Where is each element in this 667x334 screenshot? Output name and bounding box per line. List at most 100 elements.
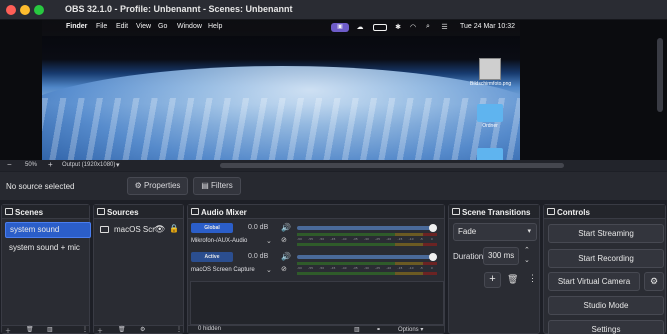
- more-icon[interactable]: ⋮: [528, 273, 537, 284]
- scenes-title: Scenes: [15, 208, 44, 217]
- duration-label: Duration: [453, 252, 484, 261]
- controls-dock-header: Controls: [544, 205, 665, 219]
- source-context-bar: No source selected ⚙ Properties ▤ Filter…: [0, 172, 667, 200]
- sources-dock-header: Sources: [94, 205, 183, 219]
- scene-item[interactable]: system sound + mic: [5, 240, 91, 256]
- volume-meter: [297, 233, 437, 236]
- options-menu[interactable]: Options ▾: [398, 326, 423, 333]
- captured-mac-menubar: Finder File Edit View Go Window Help ▣ ☁…: [42, 20, 520, 36]
- meter-tick-label: -35: [352, 266, 358, 270]
- remove-scene-icon[interactable]: 🗑: [26, 326, 34, 333]
- volume-meter: [297, 272, 437, 275]
- link-icon[interactable]: ⚭: [376, 326, 381, 333]
- volume-slider[interactable]: [297, 253, 437, 261]
- mac-menu-file: File: [96, 23, 108, 30]
- dock-icon: [97, 208, 105, 215]
- transition-select[interactable]: Fade ▾: [453, 223, 537, 241]
- volume-slider[interactable]: [297, 224, 437, 232]
- audio-mixer-dock: Audio Mixer Global 0.0 dB 🔊 -60 -55 -50 -45…: [187, 204, 445, 334]
- meter-tick-label: -55: [308, 237, 314, 241]
- meter-tick-label: -40: [341, 266, 347, 270]
- eye-icon[interactable]: 👁: [154, 224, 165, 235]
- control-center-icon: ☰: [441, 24, 448, 31]
- meter-tick-label: 0: [431, 237, 433, 241]
- zoom-out-button[interactable]: −: [7, 160, 12, 169]
- bluetooth-icon: ✱: [395, 24, 401, 31]
- lock-icon[interactable]: 🔒: [169, 224, 179, 233]
- preview-canvas[interactable]: Finder File Edit View Go Window Help ▣ ☁…: [42, 20, 520, 160]
- volume-meter: [297, 243, 437, 246]
- output-resolution: Output (1920x1080): [62, 162, 116, 168]
- no-source-label: No source selected: [6, 182, 75, 191]
- zoom-window-button[interactable]: [34, 5, 44, 15]
- sources-dock-footer: ＋ 🗑 ⚙ ⋮: [94, 325, 183, 334]
- scene-item[interactable]: system sound: [5, 222, 91, 238]
- meter-tick-label: -45: [330, 237, 336, 241]
- studio-mode-button[interactable]: Studio Mode: [548, 296, 664, 315]
- add-source-button[interactable]: ＋: [97, 326, 103, 334]
- cloud-icon: ☁: [356, 24, 364, 31]
- volume-slider-knob[interactable]: [429, 224, 437, 232]
- more-icon[interactable]: ⋮: [176, 326, 182, 333]
- folder-icon: [477, 104, 503, 122]
- gear-icon[interactable]: ⚙: [140, 326, 145, 333]
- close-window-button[interactable]: [6, 5, 16, 15]
- more-icon[interactable]: ⋮: [82, 326, 88, 333]
- mixer-channel: Global 0.0 dB 🔊 -60 -55 -50 -45 -40 -35 -30 -25…: [190, 222, 444, 248]
- mac-menubar-datetime: Tue 24 Mar 10:32: [460, 23, 515, 30]
- channel-name: macOS Screen Capture: [191, 267, 255, 273]
- meter-tick-label: -60: [297, 266, 302, 270]
- chevron-down-icon[interactable]: ⌄: [524, 256, 530, 264]
- controls-dock: Controls Start Streaming Start Recording…: [543, 204, 666, 334]
- gear-icon[interactable]: ⚙: [644, 272, 664, 291]
- chevron-down-icon[interactable]: ⌄: [266, 266, 272, 274]
- channel-badge: Active: [191, 252, 233, 262]
- speaker-icon[interactable]: 🔊: [281, 223, 291, 232]
- chevron-up-icon[interactable]: ⌃: [524, 246, 530, 254]
- chevron-down-icon[interactable]: ▾: [116, 161, 120, 169]
- settings-button[interactable]: Settings: [548, 320, 664, 334]
- preview-horizontal-scrollbar[interactable]: [220, 163, 564, 168]
- meter-tick-label: -25: [375, 237, 381, 241]
- trash-icon[interactable]: 🗑: [507, 274, 518, 285]
- source-item[interactable]: macOS Scr 👁 🔒: [98, 223, 182, 237]
- window-title: OBS 32.1.0 - Profile: Unbenannt - Scenes…: [65, 4, 293, 14]
- chevron-down-icon[interactable]: ⌄: [266, 237, 272, 245]
- add-transition-button[interactable]: +: [484, 272, 501, 288]
- earth-clouds: [42, 98, 520, 160]
- scene-transitions-dock: Scene Transitions Fade ▾ Duration 300 ms…: [448, 204, 540, 334]
- mac-menu-window: Window: [177, 23, 202, 30]
- filters-button[interactable]: ▤ Filters: [193, 177, 241, 195]
- scene-transitions-dock-header: Scene Transitions: [449, 205, 539, 219]
- duration-input[interactable]: 300 ms: [483, 247, 519, 265]
- mute-toggle-icon[interactable]: ⊘: [281, 265, 287, 273]
- preview-vertical-scrollbar[interactable]: [657, 38, 663, 112]
- remove-source-icon[interactable]: 🗑: [118, 326, 126, 333]
- zoom-in-button[interactable]: +: [48, 160, 53, 169]
- start-virtual-camera-button[interactable]: Start Virtual Camera: [548, 272, 640, 291]
- add-scene-button[interactable]: ＋: [5, 326, 11, 334]
- layout-icon[interactable]: ▥: [354, 326, 360, 333]
- audio-mixer-dock-header: Audio Mixer: [188, 205, 444, 219]
- speaker-icon[interactable]: 🔊: [281, 252, 291, 261]
- preview-toolbar: − 50% + Output (1920x1080) ▾: [0, 160, 667, 171]
- mac-menu-edit: Edit: [116, 23, 129, 30]
- filters-icon[interactable]: ▥: [47, 326, 53, 333]
- title-bar: OBS 32.1.0 - Profile: Unbenannt - Scenes…: [0, 0, 667, 20]
- mac-menubar-app-name: Finder: [66, 23, 88, 30]
- meter-tick-label: -20: [386, 237, 392, 241]
- volume-slider-knob[interactable]: [429, 253, 437, 261]
- mute-toggle-icon[interactable]: ⊘: [281, 236, 287, 244]
- sources-dock: Sources macOS Scr 👁 🔒 ＋ 🗑 ⚙ ⋮: [93, 204, 184, 334]
- source-name: macOS Scr: [114, 225, 155, 234]
- mac-menu-go: Go: [158, 23, 168, 30]
- zoom-level: 50%: [25, 162, 38, 168]
- meter-tick-label: -5: [419, 266, 423, 270]
- desktop-file: Bildschirmfoto.png: [470, 58, 511, 87]
- properties-button[interactable]: ⚙ Properties: [127, 177, 188, 195]
- channel-name: Mikrofon-/AUX-Audio: [191, 238, 248, 244]
- start-recording-button[interactable]: Start Recording: [548, 249, 664, 268]
- minimize-window-button[interactable]: [20, 5, 30, 15]
- mac-menu-view: View: [136, 23, 152, 30]
- start-streaming-button[interactable]: Start Streaming: [548, 224, 664, 243]
